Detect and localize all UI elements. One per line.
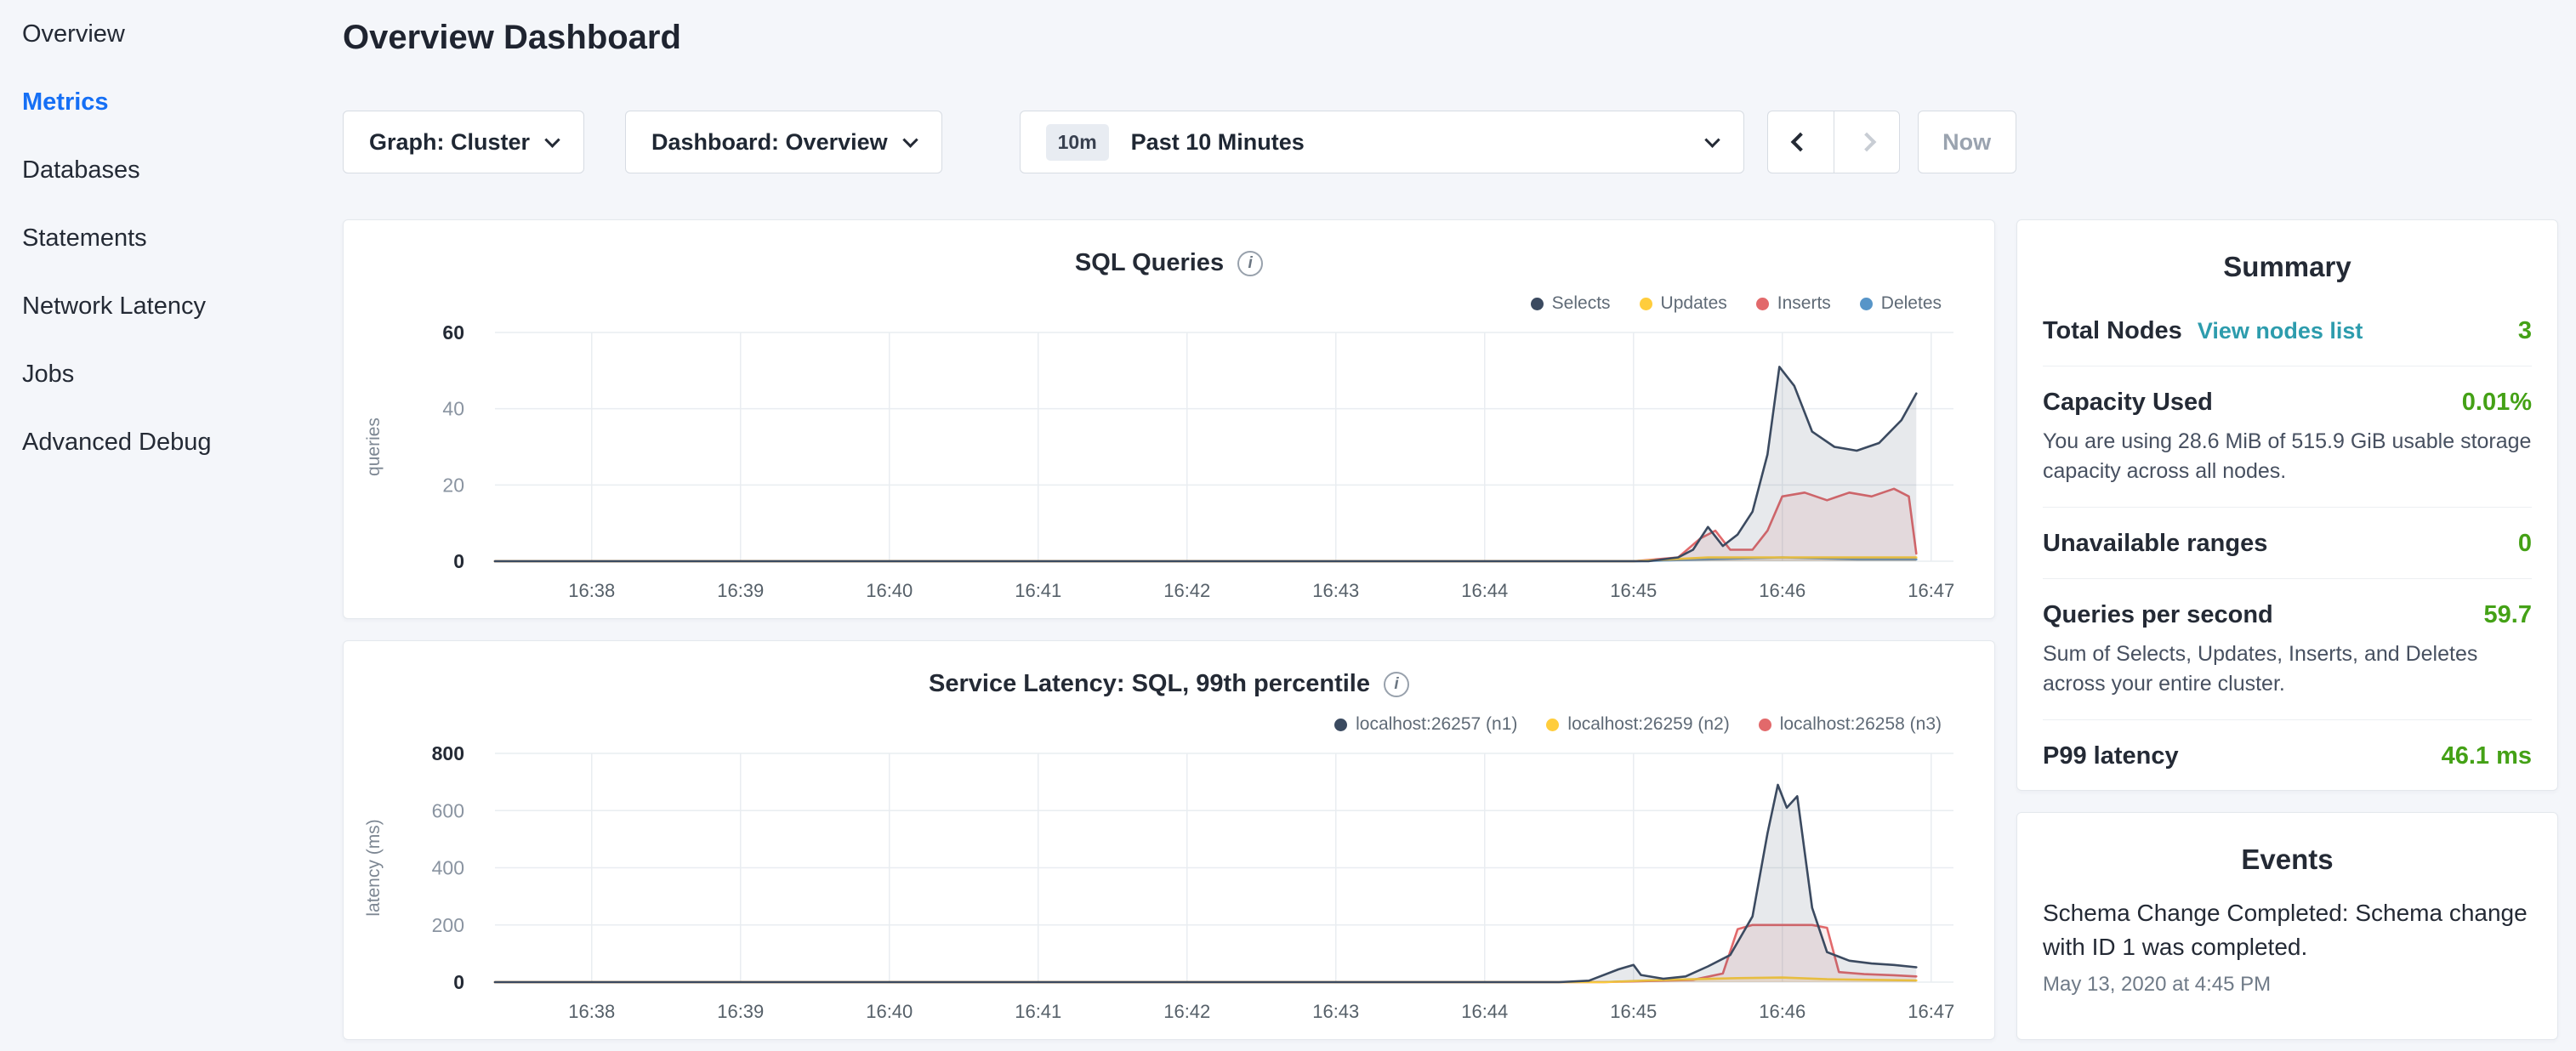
time-pager bbox=[1767, 111, 1900, 173]
summary-row-capacity-used: Capacity Used 0.01% You are using 28.6 M… bbox=[2043, 366, 2532, 508]
page-title: Overview Dashboard bbox=[343, 19, 681, 57]
legend-dot-icon bbox=[1759, 719, 1771, 731]
svg-text:16:44: 16:44 bbox=[1461, 580, 1508, 601]
dashboard-controls: Graph: Cluster Dashboard: Overview 10m P… bbox=[343, 111, 2016, 173]
events-title: Events bbox=[2017, 813, 2557, 876]
summary-label: Unavailable ranges bbox=[2043, 530, 2267, 558]
view-nodes-list-link[interactable]: View nodes list bbox=[2198, 318, 2363, 344]
svg-text:16:43: 16:43 bbox=[1312, 1001, 1359, 1022]
time-prev-button[interactable] bbox=[1767, 111, 1834, 173]
svg-text:16:40: 16:40 bbox=[866, 1001, 913, 1022]
info-icon[interactable]: i bbox=[1384, 672, 1409, 697]
summary-row-unavailable-ranges: Unavailable ranges 0 bbox=[2043, 508, 2532, 579]
summary-value: 3 bbox=[2518, 317, 2532, 345]
svg-text:16:38: 16:38 bbox=[568, 1001, 615, 1022]
svg-text:16:47: 16:47 bbox=[1908, 580, 1954, 601]
summary-label: Queries per second bbox=[2043, 601, 2273, 629]
svg-text:16:46: 16:46 bbox=[1759, 580, 1805, 601]
svg-text:40: 40 bbox=[442, 398, 464, 420]
svg-text:16:41: 16:41 bbox=[1015, 580, 1061, 601]
time-range-label: Past 10 Minutes bbox=[1131, 129, 1707, 156]
svg-text:queries: queries bbox=[364, 418, 384, 476]
service-latency-chart[interactable]: 0 200 400 600 800 16:38 16:39 16:40 16:41 16:42 16… bbox=[344, 732, 1996, 1030]
svg-text:60: 60 bbox=[442, 321, 464, 344]
legend-dot-icon bbox=[1546, 719, 1559, 731]
legend-dot-icon bbox=[1531, 298, 1544, 310]
summary-label: Total Nodes bbox=[2043, 317, 2182, 345]
summary-value: 0.01% bbox=[2462, 389, 2532, 417]
dashboard-select-label: Dashboard: Overview bbox=[651, 129, 888, 156]
svg-text:0: 0 bbox=[453, 971, 464, 993]
sql-queries-chart[interactable]: 0 20 40 60 16:38 16:39 16:40 16:41 16:42 16:43 16:… bbox=[344, 311, 1996, 609]
chevron-down-icon bbox=[544, 132, 560, 147]
graph-scope-dropdown[interactable]: Graph: Cluster bbox=[343, 111, 584, 173]
sidebar-item-jobs[interactable]: Jobs bbox=[0, 340, 340, 408]
chevron-right-icon bbox=[1857, 133, 1876, 152]
legend-dot-icon bbox=[1334, 719, 1347, 731]
sidebar-item-network-latency[interactable]: Network Latency bbox=[0, 272, 340, 340]
summary-value: 46.1 ms bbox=[2442, 742, 2532, 770]
service-latency-chart-panel: Service Latency: SQL, 99th percentile i … bbox=[343, 640, 1995, 1040]
sql-queries-chart-panel: SQL Queries i SelectsUpdatesInsertsDelet… bbox=[343, 219, 1995, 619]
summary-row-p99-latency: P99 latency 46.1 ms bbox=[2043, 720, 2532, 791]
svg-text:16:45: 16:45 bbox=[1610, 1001, 1657, 1022]
time-range-dropdown[interactable]: 10m Past 10 Minutes bbox=[1020, 111, 1744, 173]
summary-label: P99 latency bbox=[2043, 742, 2179, 770]
sidebar-item-statements[interactable]: Statements bbox=[0, 204, 340, 272]
graph-scope-label: Graph: Cluster bbox=[369, 129, 530, 156]
svg-text:200: 200 bbox=[432, 914, 464, 936]
chevron-left-icon bbox=[1791, 133, 1811, 152]
summary-description: Sum of Selects, Updates, Inserts, and De… bbox=[2043, 639, 2532, 699]
svg-text:16:46: 16:46 bbox=[1759, 1001, 1805, 1022]
chart-title: Service Latency: SQL, 99th percentile bbox=[929, 670, 1370, 698]
svg-text:16:42: 16:42 bbox=[1163, 580, 1210, 601]
event-text: Schema Change Completed: Schema change w… bbox=[2043, 896, 2532, 964]
svg-text:400: 400 bbox=[432, 857, 464, 879]
svg-text:600: 600 bbox=[432, 799, 464, 821]
svg-text:16:45: 16:45 bbox=[1610, 580, 1657, 601]
chevron-down-icon bbox=[902, 132, 918, 147]
events-panel: Events Schema Change Completed: Schema c… bbox=[2016, 812, 2558, 1040]
sidebar: Overview Metrics Databases Statements Ne… bbox=[0, 0, 340, 476]
svg-text:latency (ms): latency (ms) bbox=[364, 819, 384, 916]
svg-text:800: 800 bbox=[432, 742, 464, 764]
event-list-item[interactable]: Schema Change Completed: Schema change w… bbox=[2017, 876, 2557, 997]
svg-text:16:47: 16:47 bbox=[1908, 1001, 1954, 1022]
sidebar-item-databases[interactable]: Databases bbox=[0, 136, 340, 204]
dashboard-select-dropdown[interactable]: Dashboard: Overview bbox=[625, 111, 942, 173]
svg-text:16:44: 16:44 bbox=[1461, 1001, 1508, 1022]
sidebar-item-overview[interactable]: Overview bbox=[0, 0, 340, 68]
chart-title: SQL Queries bbox=[1075, 249, 1224, 277]
svg-text:20: 20 bbox=[442, 474, 464, 496]
summary-value: 0 bbox=[2518, 530, 2532, 558]
now-button[interactable]: Now bbox=[1918, 111, 2016, 173]
time-next-button[interactable] bbox=[1834, 111, 1900, 173]
svg-text:0: 0 bbox=[453, 550, 464, 572]
legend-dot-icon bbox=[1860, 298, 1873, 310]
svg-text:16:43: 16:43 bbox=[1312, 580, 1359, 601]
legend-dot-icon bbox=[1640, 298, 1652, 310]
summary-title: Summary bbox=[2017, 220, 2557, 283]
summary-value: 59.7 bbox=[2484, 601, 2532, 629]
svg-text:16:42: 16:42 bbox=[1163, 1001, 1210, 1022]
sidebar-item-advanced-debug[interactable]: Advanced Debug bbox=[0, 408, 340, 476]
summary-label: Capacity Used bbox=[2043, 389, 2213, 417]
event-timestamp: May 13, 2020 at 4:45 PM bbox=[2043, 973, 2532, 997]
summary-row-queries-per-second: Queries per second 59.7 Sum of Selects, … bbox=[2043, 579, 2532, 720]
sidebar-item-metrics[interactable]: Metrics bbox=[0, 68, 340, 136]
info-icon[interactable]: i bbox=[1237, 251, 1263, 276]
time-range-badge: 10m bbox=[1046, 124, 1109, 161]
svg-text:16:38: 16:38 bbox=[568, 580, 615, 601]
summary-description: You are using 28.6 MiB of 515.9 GiB usab… bbox=[2043, 427, 2532, 486]
svg-text:16:40: 16:40 bbox=[866, 580, 913, 601]
summary-row-total-nodes: Total Nodes View nodes list 3 bbox=[2043, 295, 2532, 366]
svg-text:16:41: 16:41 bbox=[1015, 1001, 1061, 1022]
legend-dot-icon bbox=[1756, 298, 1769, 310]
summary-panel: Summary Total Nodes View nodes list 3 Ca… bbox=[2016, 219, 2558, 791]
chevron-down-icon bbox=[1704, 132, 1720, 147]
svg-text:16:39: 16:39 bbox=[717, 1001, 764, 1022]
svg-text:16:39: 16:39 bbox=[717, 580, 764, 601]
